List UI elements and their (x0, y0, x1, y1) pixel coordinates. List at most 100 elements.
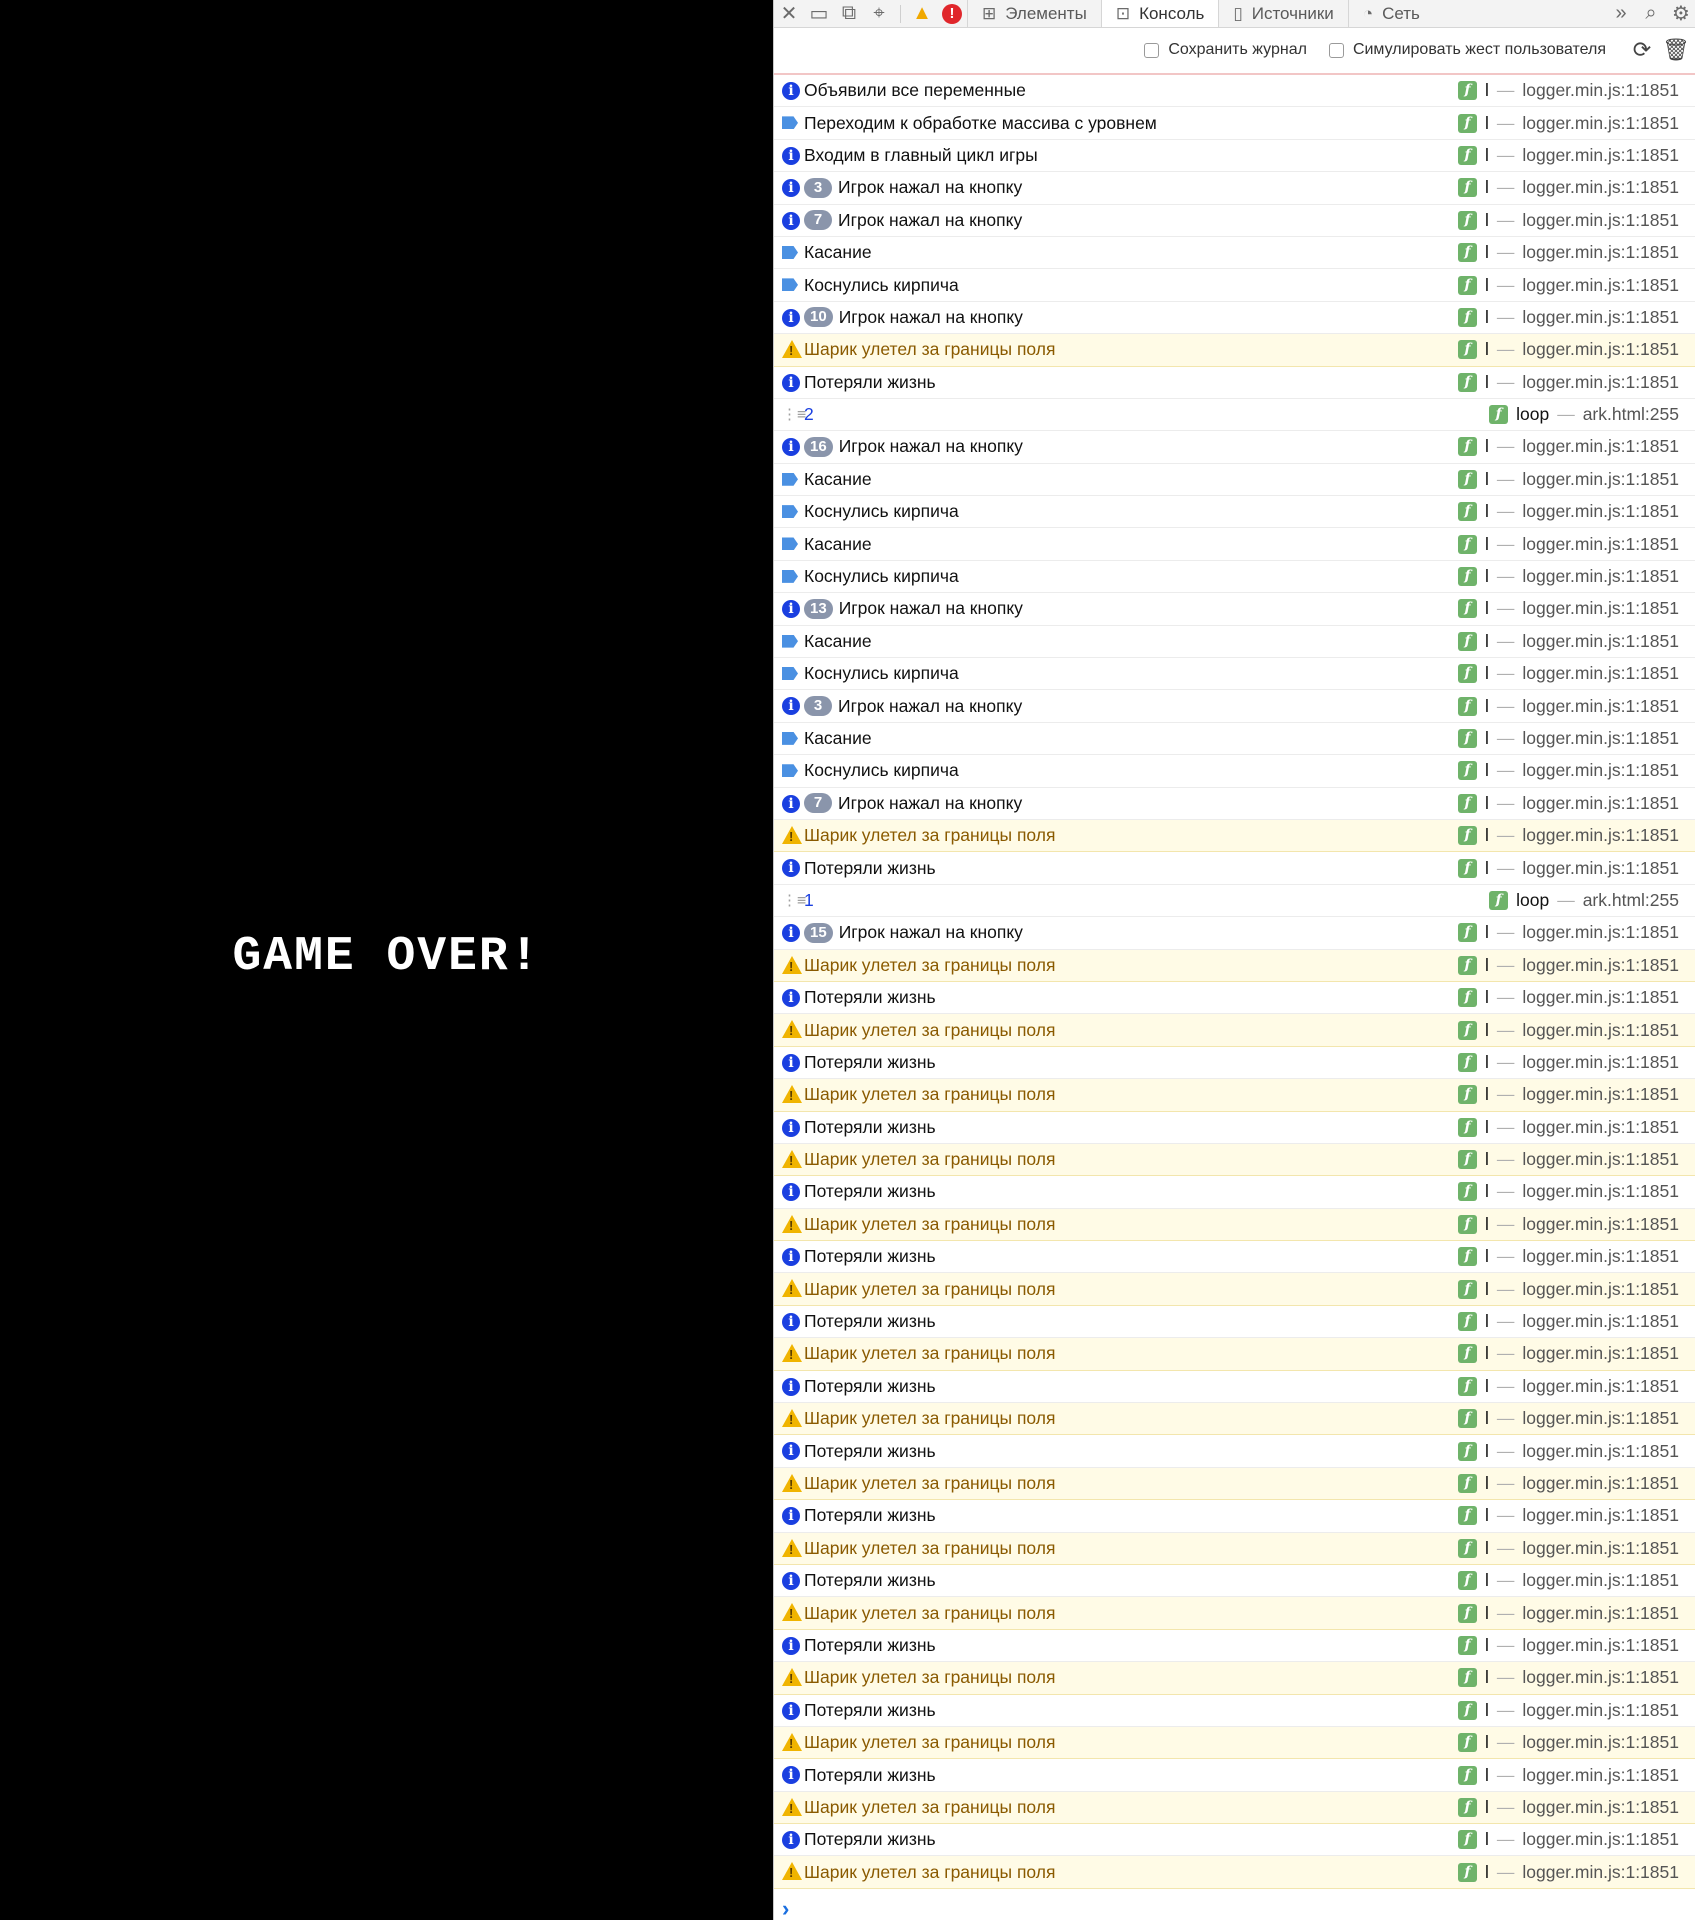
console-message-row[interactable]: i 10 Игрок нажал на кнопку f l — logger.min.js… (774, 302, 1695, 335)
source-link[interactable]: f l — logger.min.js:1:1851 (1457, 1797, 1679, 1818)
source-link[interactable]: f l — logger.min.js:1:1851 (1457, 728, 1679, 749)
console-message-row[interactable]: Касание f l — logger.min.js:1:1851 (774, 464, 1695, 497)
source-file[interactable]: logger.min.js:1:1851 (1522, 1538, 1679, 1559)
console-message-row[interactable]: Шарик улетел за границы поля fl — logger.mi… (774, 949, 1695, 982)
source-link[interactable]: f l — logger.min.js:1:1851 (1457, 177, 1679, 198)
source-file[interactable]: logger.min.js:1:1851 (1522, 1667, 1679, 1688)
source-link[interactable]: f l — logger.min.js:1:1851 (1457, 1117, 1679, 1138)
source-link[interactable]: f l — logger.min.js:1:1851 (1457, 210, 1679, 231)
console-message-row[interactable]: i 13 Игрок нажал на кнопку f l — logger.min.js… (774, 593, 1695, 626)
console-message-row[interactable]: Касание f l — logger.min.js:1:1851 (774, 237, 1695, 270)
console-message-row[interactable]: Коснулись кирпича f l — logger.min.js:1:1851 (774, 658, 1695, 691)
console-message-row[interactable]: Шарик улетел за границы поля fl — logger.mi… (774, 1338, 1695, 1371)
source-link[interactable]: f l — logger.min.js:1:1851 (1457, 1538, 1679, 1559)
source-file[interactable]: logger.min.js:1:1851 (1522, 1700, 1679, 1721)
more-tabs-icon[interactable]: » (1606, 0, 1636, 27)
console-message-row[interactable]: Касание f l — logger.min.js:1:1851 (774, 626, 1695, 659)
warning-icon[interactable]: ▲ (907, 0, 937, 27)
source-file[interactable]: logger.min.js:1:1851 (1522, 469, 1679, 490)
source-file[interactable]: logger.min.js:1:1851 (1522, 145, 1679, 166)
console-message-row[interactable]: i Потеряли жизнь f l — logger.min.js:1:1851 (774, 1176, 1695, 1209)
source-file[interactable]: logger.min.js:1:1851 (1522, 566, 1679, 587)
tab-network[interactable]: ◔ Сеть (1347, 0, 1434, 27)
source-file[interactable]: logger.min.js:1:1851 (1522, 372, 1679, 393)
source-file[interactable]: logger.min.js:1:1851 (1522, 1441, 1679, 1462)
source-link[interactable]: f l — logger.min.js:1:1851 (1457, 793, 1679, 814)
console-message-row[interactable]: i Потеряли жизнь f l — logger.min.js:1:1851 (774, 852, 1695, 885)
source-link[interactable]: f l — logger.min.js:1:1851 (1457, 80, 1679, 101)
source-link[interactable]: f l — logger.min.js:1:1851 (1457, 242, 1679, 263)
console-log[interactable]: i Объявили все переменные f l — logger.min.js… (774, 75, 1695, 1889)
source-link[interactable]: f l — logger.min.js:1:1851 (1457, 631, 1679, 652)
source-link[interactable]: f l — logger.min.js:1:1851 (1457, 955, 1679, 976)
source-file[interactable]: logger.min.js:1:1851 (1522, 598, 1679, 619)
source-file[interactable]: logger.min.js:1:1851 (1522, 955, 1679, 976)
source-link[interactable]: f l — logger.min.js:1:1851 (1457, 1635, 1679, 1656)
source-file[interactable]: logger.min.js:1:1851 (1522, 1246, 1679, 1267)
source-file[interactable]: logger.min.js:1:1851 (1522, 1862, 1679, 1883)
source-file[interactable]: logger.min.js:1:1851 (1522, 1797, 1679, 1818)
checkbox-box[interactable] (1328, 42, 1344, 58)
source-link[interactable]: f l — logger.min.js:1:1851 (1457, 987, 1679, 1008)
source-file[interactable]: logger.min.js:1:1851 (1522, 987, 1679, 1008)
source-file[interactable]: logger.min.js:1:1851 (1522, 1311, 1679, 1332)
source-file[interactable]: logger.min.js:1:1851 (1522, 501, 1679, 522)
source-file[interactable]: logger.min.js:1:1851 (1522, 1570, 1679, 1591)
clear-console-icon[interactable]: 🗑 (1662, 36, 1690, 64)
console-message-row[interactable]: i 3 Игрок нажал на кнопку f l — logger.min.js:… (774, 690, 1695, 723)
source-link[interactable]: f l — logger.min.js:1:1851 (1457, 1862, 1679, 1883)
source-file[interactable]: logger.min.js:1:1851 (1522, 1635, 1679, 1656)
source-file[interactable]: logger.min.js:1:1851 (1522, 1765, 1679, 1786)
source-file[interactable]: logger.min.js:1:1851 (1522, 1020, 1679, 1041)
source-link[interactable]: f l — logger.min.js:1:1851 (1457, 1570, 1679, 1591)
source-file[interactable]: logger.min.js:1:1851 (1522, 1084, 1679, 1105)
source-link[interactable]: f l — logger.min.js:1:1851 (1457, 1667, 1679, 1688)
source-file[interactable]: logger.min.js:1:1851 (1522, 1473, 1679, 1494)
console-message-row[interactable]: Касание f l — logger.min.js:1:1851 (774, 723, 1695, 756)
source-link[interactable]: f l — logger.min.js:1:1851 (1457, 145, 1679, 166)
source-link[interactable]: f l — logger.min.js:1:1851 (1457, 339, 1679, 360)
source-link[interactable]: f loop — ark.html:255 (1489, 404, 1679, 425)
source-link[interactable]: f l — logger.min.js:1:1851 (1457, 1700, 1679, 1721)
source-link[interactable]: f l — logger.min.js:1:1851 (1457, 372, 1679, 393)
source-file[interactable]: logger.min.js:1:1851 (1522, 1732, 1679, 1753)
source-link[interactable]: f l — logger.min.js:1:1851 (1457, 307, 1679, 328)
source-link[interactable]: f l — logger.min.js:1:1851 (1457, 1603, 1679, 1624)
console-message-row[interactable]: Шарик улетел за границы поля fl — logger.mi… (774, 1208, 1695, 1242)
source-file[interactable]: logger.min.js:1:1851 (1522, 1279, 1679, 1300)
source-link[interactable]: f l — logger.min.js:1:1851 (1457, 113, 1679, 134)
console-message-row[interactable]: Шарик улетел за границы поля fl — logger.mi… (774, 1662, 1695, 1695)
source-link[interactable]: f l — logger.min.js:1:1851 (1457, 858, 1679, 879)
inspect-element-icon[interactable]: ⌖ (864, 0, 894, 27)
source-link[interactable]: f l — logger.min.js:1:1851 (1457, 1149, 1679, 1170)
source-link[interactable]: f l — logger.min.js:1:1851 (1457, 598, 1679, 619)
console-message-row[interactable]: i Потеряли жизнь f l — logger.min.js:1:1851 (774, 367, 1695, 399)
source-link[interactable]: f l — logger.min.js:1:1851 (1457, 825, 1679, 846)
console-message-row[interactable]: Шарик улетел за границы поля fl — logger.mi… (774, 1014, 1695, 1047)
source-file[interactable]: logger.min.js:1:1851 (1522, 1603, 1679, 1624)
console-message-row[interactable]: Шарик улетел за границы поля fl — logger.mi… (774, 334, 1695, 367)
source-link[interactable]: f l — logger.min.js:1:1851 (1457, 760, 1679, 781)
console-message-row[interactable]: Шарик улетел за границы поля fl — logger.mi… (774, 1467, 1695, 1501)
console-prompt-icon[interactable]: › (782, 1896, 789, 1922)
console-message-row[interactable]: i 3 Игрок нажал на кнопку f l — logger.min.js:… (774, 172, 1695, 205)
console-message-row[interactable]: Шарик улетел за границы поля fl — logger.mi… (774, 1273, 1695, 1306)
source-file[interactable]: logger.min.js:1:1851 (1522, 1408, 1679, 1429)
console-message-row[interactable]: i Потеряли жизнь f l — logger.min.js:1:1851 (774, 1435, 1695, 1468)
source-link[interactable]: f l — logger.min.js:1:1851 (1457, 1311, 1679, 1332)
console-message-row[interactable]: Шарик улетел за границы поля fl — logger.mi… (774, 1403, 1695, 1436)
source-link[interactable]: f l — logger.min.js:1:1851 (1457, 1732, 1679, 1753)
console-message-row[interactable]: Коснулись кирпича f l — logger.min.js:1:1851 (774, 755, 1695, 788)
console-message-row[interactable]: i Потеряли жизнь f l — logger.min.js:1:1851 (774, 1695, 1695, 1727)
source-link[interactable]: f l — logger.min.js:1:1851 (1457, 436, 1679, 457)
reload-icon[interactable]: ⟳ (1628, 36, 1656, 64)
console-message-row[interactable]: Коснулись кирпича f l — logger.min.js:1:1851 (774, 496, 1695, 529)
close-icon[interactable]: ✕ (774, 0, 804, 27)
source-file[interactable]: logger.min.js:1:1851 (1522, 793, 1679, 814)
console-message-row[interactable]: Коснулись кирпича f l — logger.min.js:1:1851 (774, 269, 1695, 302)
source-file[interactable]: logger.min.js:1:1851 (1522, 1181, 1679, 1202)
console-message-row[interactable]: i Потеряли жизнь f l — logger.min.js:1:1851 (774, 1241, 1695, 1274)
source-link[interactable]: f l — logger.min.js:1:1851 (1457, 1181, 1679, 1202)
console-message-row[interactable]: Шарик улетел за границы поля fl — logger.mi… (774, 1597, 1695, 1630)
source-file[interactable]: logger.min.js:1:1851 (1522, 534, 1679, 555)
